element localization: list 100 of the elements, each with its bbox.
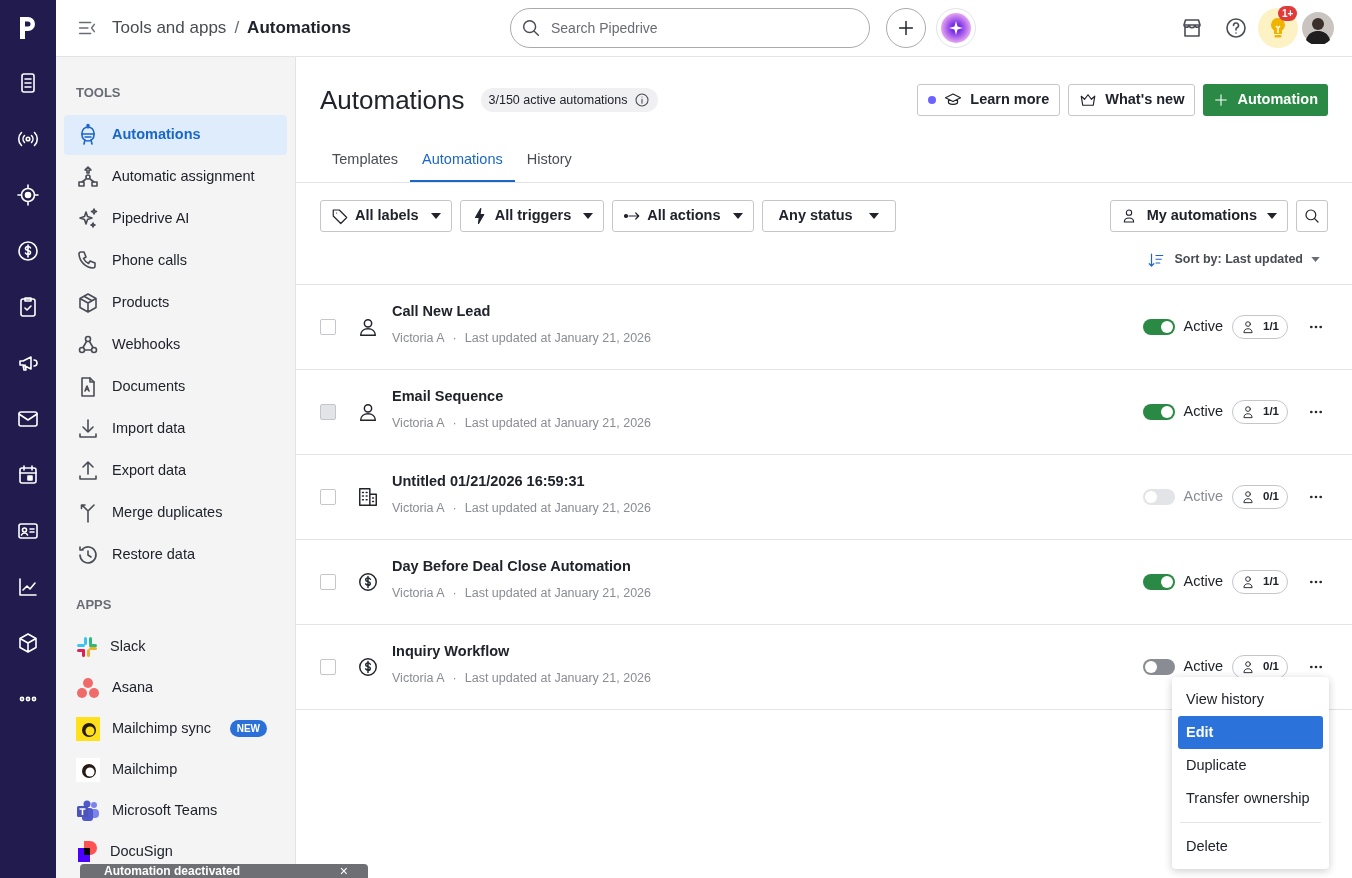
sort-dropdown[interactable]: Sort by: Last updated (1174, 250, 1320, 269)
automation-title[interactable]: Day Before Deal Close Automation (392, 556, 651, 578)
close-button[interactable]: × (339, 864, 348, 878)
owner-name: Victoria A (392, 415, 445, 432)
menu-item[interactable]: Transfer ownership (1178, 782, 1323, 815)
new-badge: NEW (229, 720, 267, 737)
app-link[interactable]: Mailchimp (112, 758, 178, 781)
status-toggle[interactable] (1142, 659, 1175, 675)
sidebar-item[interactable]: Restore data (64, 534, 287, 575)
filter-dropdown[interactable]: Any status (761, 200, 896, 232)
search-field[interactable]: Search Pipedrive (510, 8, 870, 48)
sidebar-item[interactable]: Merge duplicates (64, 492, 287, 533)
owner-filter-dropdown[interactable]: My automations (1109, 200, 1288, 232)
app-link[interactable]: Microsoft Teams (112, 799, 218, 822)
status-toggle[interactable] (1142, 574, 1175, 590)
dot-icon (928, 96, 937, 104)
app-link[interactable]: Mailchimp sync (112, 717, 212, 740)
breadcrumb-link[interactable]: Tools and apps (112, 15, 227, 41)
owner-name: Victoria A (392, 500, 445, 517)
crown-icon (1079, 91, 1098, 109)
teams-logo-icon (76, 799, 100, 822)
avatar[interactable] (1302, 12, 1334, 44)
upload-icon (76, 458, 100, 483)
person-icon (357, 316, 379, 338)
automation-title[interactable]: Inquiry Workflow (392, 641, 651, 663)
docusign-logo-icon (76, 840, 98, 863)
status-label: Active (1183, 317, 1223, 337)
person-icon (1241, 405, 1255, 419)
menu-item[interactable]: Delete (1178, 830, 1323, 863)
row-checkbox[interactable] (320, 574, 336, 590)
sidebar-item[interactable]: Import data (64, 408, 287, 449)
sidebar-item[interactable]: Webhooks (64, 324, 287, 365)
search-icon (520, 17, 542, 39)
sidebar-item[interactable]: Pipedrive AI (64, 198, 287, 239)
separator-dot: · (452, 670, 457, 687)
app-link[interactable]: Asana (112, 676, 154, 699)
automation-title[interactable]: Email Sequence (392, 386, 651, 408)
sparkle-icon (941, 13, 971, 43)
person-icon (1241, 660, 1255, 674)
sidebar-item[interactable]: Phone calls (64, 240, 287, 281)
sort-icon (1146, 250, 1165, 269)
calendar-icon[interactable] (16, 463, 40, 487)
person-icon (1241, 575, 1255, 589)
box-icon (76, 290, 100, 315)
target-icon[interactable] (16, 183, 40, 207)
tab[interactable]: History (514, 140, 584, 182)
shapes-icon (76, 164, 100, 189)
caret-icon (583, 213, 594, 219)
filter-dropdown[interactable]: All actions (612, 200, 754, 232)
separator-dot: · (452, 585, 457, 602)
learn-more-button[interactable]: Learn more (917, 84, 1061, 116)
chart-icon[interactable] (16, 575, 40, 599)
whats-new-button[interactable]: What's new (1068, 84, 1196, 116)
separator-dot: · (452, 415, 457, 432)
help-icon[interactable] (1224, 16, 1248, 40)
tips-button[interactable]: 1+ (1258, 8, 1298, 48)
three-dots-logo-icon (76, 676, 100, 699)
menu-item[interactable]: Edit (1178, 716, 1323, 749)
sidebar-item[interactable]: Automations (64, 114, 287, 155)
status-label: Active (1183, 572, 1223, 592)
status-label: Active (1183, 402, 1223, 422)
search-button[interactable] (1296, 200, 1328, 232)
updated-date: Last updated at January 21, 2026 (464, 585, 651, 602)
dollar-icon (357, 571, 379, 593)
status-toggle[interactable] (1142, 404, 1175, 420)
filter-dropdown[interactable]: All triggers (459, 200, 605, 232)
sidebar-item[interactable]: Export data (64, 450, 287, 491)
info-icon (633, 92, 650, 108)
owner-name: Victoria A (392, 330, 445, 347)
sidebar-item[interactable]: Automatic assignment (64, 156, 287, 197)
updated-date: Last updated at January 21, 2026 (464, 415, 651, 432)
menu-item[interactable]: View history (1178, 683, 1323, 716)
automation-title[interactable]: Call New Lead (392, 301, 651, 323)
sidebar-item[interactable]: Products (64, 282, 287, 323)
sidebar-item[interactable]: Documents (64, 366, 287, 407)
add-automation-button[interactable]: Automation (1203, 84, 1328, 116)
tag-icon (331, 207, 349, 225)
dollar-icon[interactable] (16, 239, 40, 263)
box-icon[interactable] (16, 631, 40, 655)
section-heading: APPS (75, 595, 113, 614)
tab[interactable]: Automations (410, 140, 515, 182)
menu-item[interactable]: Duplicate (1178, 749, 1323, 782)
filter-dropdown[interactable]: All labels (320, 200, 452, 232)
separator-dot: · (452, 330, 457, 347)
breadcrumb-separator: / (234, 17, 240, 40)
slack-icon (76, 635, 98, 658)
row-checkbox[interactable] (320, 319, 336, 335)
row-checkbox[interactable] (320, 404, 336, 420)
tab[interactable]: Templates (320, 140, 411, 182)
app-link[interactable]: Slack (110, 635, 146, 658)
app-link[interactable]: DocuSign (110, 840, 173, 863)
status-label: Active (1183, 487, 1223, 507)
status-toggle[interactable] (1142, 319, 1175, 335)
lightbulb-icon (1268, 17, 1288, 39)
person-icon (1241, 320, 1255, 334)
row-checkbox[interactable] (320, 659, 336, 675)
store-icon[interactable] (1180, 16, 1204, 40)
person-icon (357, 401, 379, 423)
updated-date: Last updated at January 21, 2026 (464, 330, 651, 347)
caret-icon (732, 213, 743, 219)
